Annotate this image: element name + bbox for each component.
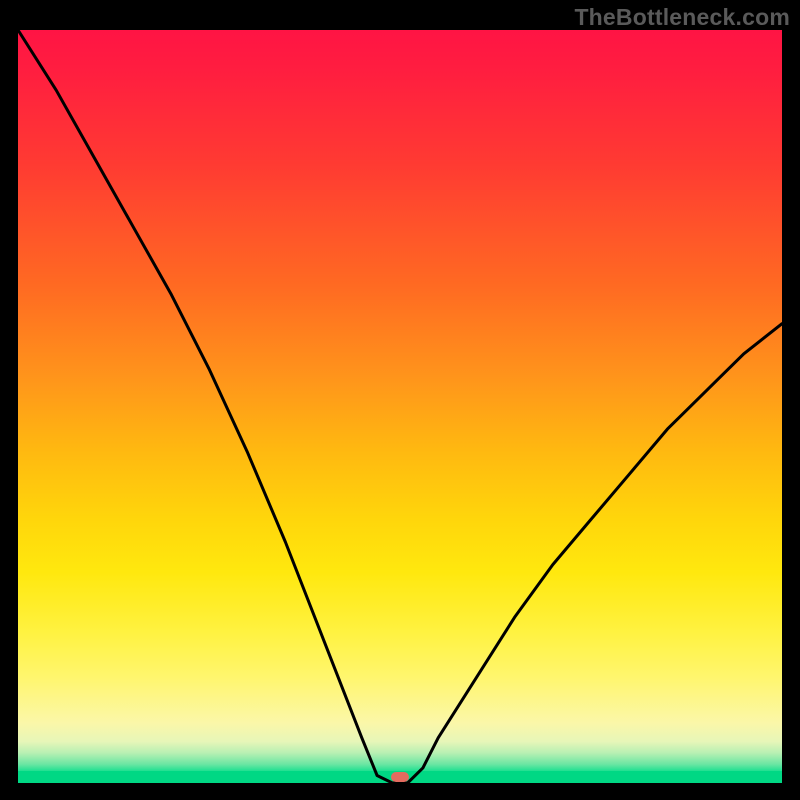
min-marker — [391, 772, 409, 782]
bottleneck-curve — [18, 30, 782, 783]
plot-area — [18, 30, 782, 783]
watermark-text: TheBottleneck.com — [574, 4, 790, 31]
chart-frame: TheBottleneck.com — [0, 0, 800, 800]
curve-path — [18, 30, 782, 783]
